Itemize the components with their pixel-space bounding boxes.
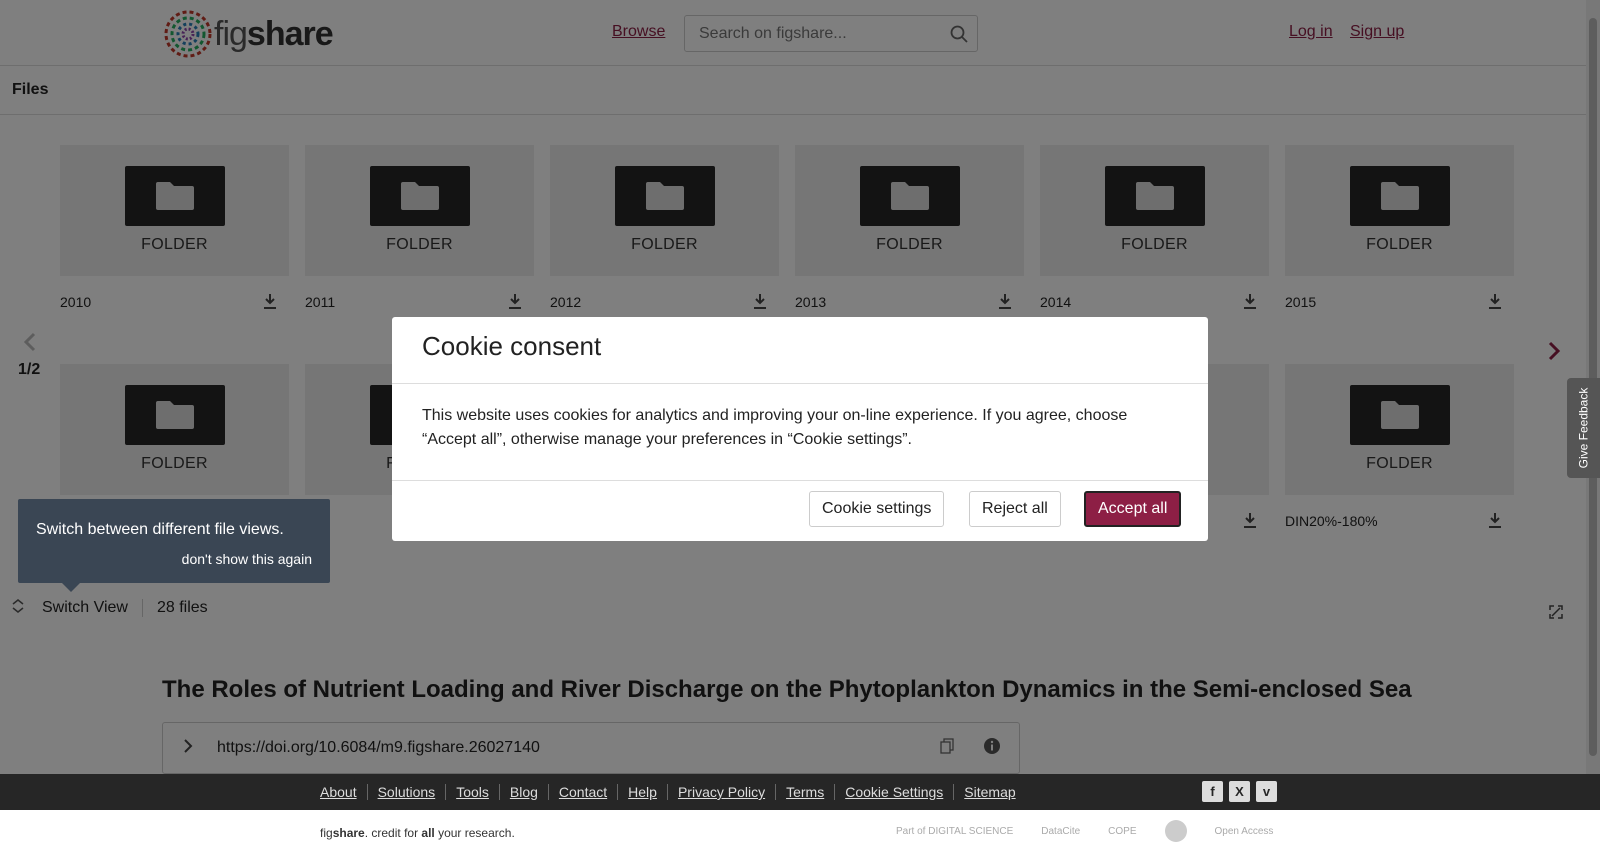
give-feedback-tab[interactable]: Give Feedback xyxy=(1567,378,1600,478)
footer-link[interactable]: Tools xyxy=(445,784,499,800)
footer-bottom: figshare. credit for all your research. … xyxy=(0,810,1600,857)
datacite-logo[interactable]: DataCite xyxy=(1041,826,1080,837)
reject-all-button[interactable]: Reject all xyxy=(969,491,1061,527)
x-icon[interactable]: X xyxy=(1229,781,1250,802)
footer-link[interactable]: Help xyxy=(617,784,667,800)
credit-line: figshare. credit for all your research. xyxy=(320,826,515,840)
footer-link[interactable]: Contact xyxy=(547,784,617,800)
footer-link[interactable]: Sitemap xyxy=(953,784,1025,800)
dialog-body: This website uses cookies for analytics … xyxy=(392,384,1208,481)
footer-link[interactable]: About xyxy=(320,784,367,800)
switch-view-tooltip: Switch between different file views. don… xyxy=(18,499,330,592)
badge-logo[interactable] xyxy=(1164,820,1187,842)
facebook-icon[interactable]: f xyxy=(1202,781,1223,802)
cookie-consent-dialog: Cookie consent This website uses cookies… xyxy=(392,317,1208,541)
footer-link[interactable]: Terms xyxy=(775,784,834,800)
cope-logo[interactable]: COPE xyxy=(1108,826,1136,837)
footer-link[interactable]: Privacy Policy xyxy=(666,784,775,800)
page: figshare Browse Log in Sign up Files FOL… xyxy=(0,0,1600,857)
footer-link[interactable]: Blog xyxy=(498,784,548,800)
digital-science-logo[interactable]: Part of DIGITAL SCIENCE xyxy=(896,826,1013,837)
dont-show-again-link[interactable]: don't show this again xyxy=(182,551,312,567)
tooltip-text: Switch between different file views. xyxy=(36,521,284,538)
footer-nav: About Solutions Tools Blog Contact Help Privac… xyxy=(0,774,1600,810)
dialog-title: Cookie consent xyxy=(392,317,1208,384)
accept-all-button[interactable]: Accept all xyxy=(1084,491,1182,527)
footer-link[interactable]: Solutions xyxy=(366,784,446,800)
open-access-logo[interactable]: Open Access xyxy=(1215,826,1274,837)
footer-link[interactable]: Cookie Settings xyxy=(834,784,953,800)
dialog-footer: Cookie settings Reject all Accept all xyxy=(392,481,1208,541)
cookie-settings-button[interactable]: Cookie settings xyxy=(809,491,945,527)
vimeo-icon[interactable]: v xyxy=(1256,781,1277,802)
